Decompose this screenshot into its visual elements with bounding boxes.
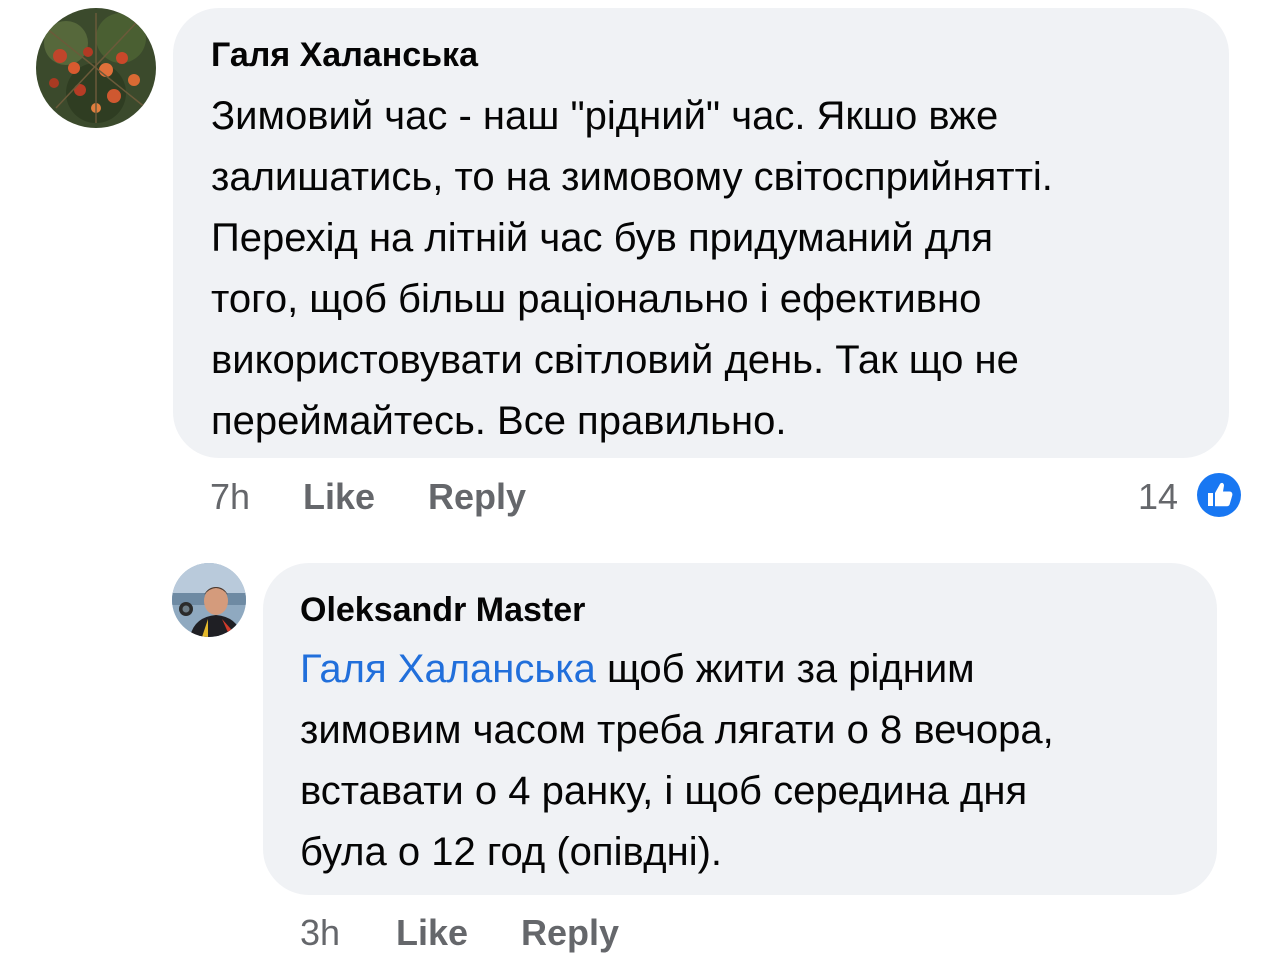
comment-text-line: залишатись, то на зимовому світосприйнят… [211, 155, 1053, 199]
comment-text-line: Перехід на літній час був придуманий для [211, 216, 994, 260]
like-button[interactable]: Like [303, 476, 375, 518]
comment-text-line: переймайтесь. Все правильно. [211, 399, 787, 443]
avatar-photo [36, 8, 156, 128]
comment-text-line: зимовим часом треба лягати о 8 вечора, [300, 708, 1054, 752]
comment-text: Галя Халанська щоб жити за рідним зимови… [300, 639, 1200, 883]
comment-author[interactable]: Галя Халанська [211, 36, 478, 75]
comment-bubble: Oleksandr Master Галя Халанська щоб жити… [263, 563, 1217, 895]
comment-text: Зимовий час - наш "рідний" час. Якшо вже… [211, 86, 1221, 452]
comment-text-line: Галя Халанська щоб жити за рідним [300, 639, 1200, 700]
avatar[interactable] [172, 563, 246, 637]
reply-button[interactable]: Reply [521, 912, 619, 954]
reaction-count: 14 [1138, 476, 1179, 517]
comment-timestamp[interactable]: 3h [300, 912, 340, 954]
mention-link[interactable]: Галя Халанська [300, 647, 596, 691]
comment-author[interactable]: Oleksandr Master [300, 591, 585, 630]
comment-text-line: була о 12 год (опівдні). [300, 830, 723, 874]
comment-text-line: Зимовий час - наш "рідний" час. Якшо вже [211, 94, 999, 138]
comment-text-line: використовувати світловий день. Так що н… [211, 338, 1019, 382]
comment-text-fragment: щоб жити за рідним [595, 647, 975, 691]
comment-bubble: Галя Халанська Зимовий час - наш "рідний… [173, 8, 1229, 458]
avatar[interactable] [36, 8, 156, 128]
comment-text-line: того, щоб більш раціонально і ефективно [211, 277, 982, 321]
like-button[interactable]: Like [396, 912, 468, 954]
reply-button[interactable]: Reply [428, 476, 526, 518]
comment-text-line: вставати о 4 ранку, і щоб середина дня [300, 769, 1028, 813]
comment-timestamp[interactable]: 7h [210, 476, 250, 518]
like-reaction-icon [1195, 471, 1243, 519]
avatar-photo [172, 563, 246, 637]
